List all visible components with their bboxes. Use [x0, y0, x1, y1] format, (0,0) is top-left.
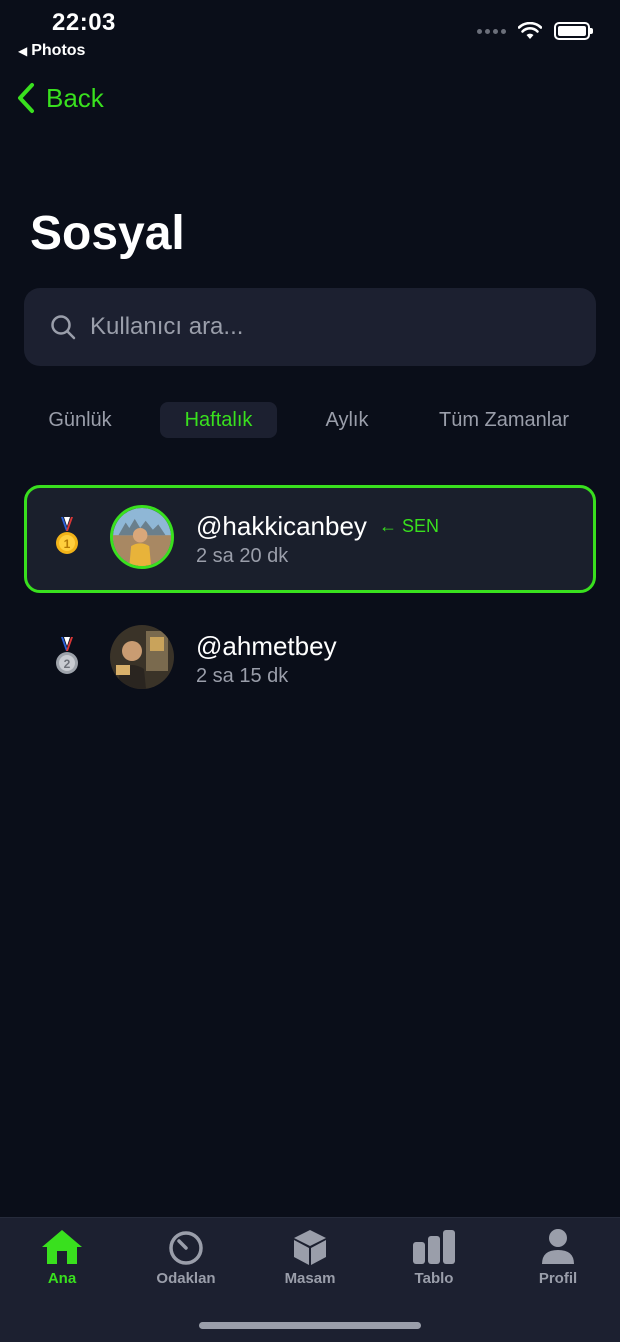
status-indicators — [477, 22, 593, 40]
tabbar-label: Masam — [284, 1270, 336, 1287]
tabbar-item-home[interactable]: Ana — [0, 1228, 124, 1287]
tabbar-item-focus[interactable]: Odaklan — [124, 1228, 248, 1287]
silver-medal-icon: 2 — [56, 637, 78, 674]
gold-medal-icon: 1 — [56, 517, 78, 554]
focus-time: 2 sa 20 dk — [196, 545, 289, 567]
username[interactable]: @ahmetbey — [196, 631, 337, 662]
tabbar-label: Ana — [47, 1270, 77, 1287]
status-back-app-label: Photos — [31, 42, 86, 59]
bar-chart-icon — [413, 1230, 455, 1264]
username[interactable]: @hakkicanbey ← SEN — [196, 511, 439, 542]
wifi-icon — [518, 22, 542, 39]
tabbar-label: Odaklan — [156, 1270, 216, 1287]
tabbar-item-profile[interactable]: Profil — [496, 1228, 620, 1287]
home-indicator — [199, 1322, 421, 1329]
search-bar[interactable] — [24, 288, 596, 366]
leaderboard-row-current-user[interactable]: 1 @hakkicanbey ← SEN 2 sa 20 dk — [24, 485, 596, 593]
tab-all-time[interactable]: Tüm Zamanlar — [424, 402, 584, 438]
timer-icon — [169, 1228, 203, 1265]
cellular-signal-icon — [477, 28, 506, 34]
search-icon — [51, 315, 76, 340]
page-title: Sosyal — [30, 207, 185, 260]
tab-weekly[interactable]: Haftalık — [160, 402, 277, 438]
back-triangle-icon: ◀ — [18, 44, 28, 58]
status-time: 22:03 — [52, 9, 116, 36]
avatar[interactable] — [110, 505, 174, 569]
avatar[interactable] — [110, 625, 174, 689]
back-label: Back — [46, 82, 104, 113]
current-user-tag: ← SEN — [378, 516, 439, 536]
svg-text:1: 1 — [64, 537, 71, 551]
svg-text:2: 2 — [64, 657, 71, 671]
tab-daily[interactable]: Günlük — [30, 402, 130, 438]
back-button[interactable]: Back — [16, 82, 104, 114]
leaderboard-row[interactable]: 2 @ahmetbey 2 sa 15 dk — [24, 605, 596, 713]
tabbar-label: Profil — [538, 1270, 578, 1287]
cube-icon — [294, 1230, 326, 1265]
period-tabs: Günlük Haftalık Aylık Tüm Zamanlar — [0, 402, 620, 438]
status-back-to-app[interactable]: ◀ Photos — [18, 42, 85, 60]
person-icon — [542, 1229, 574, 1264]
battery-icon — [554, 22, 593, 40]
home-icon — [42, 1230, 82, 1264]
tabbar-label: Tablo — [414, 1270, 454, 1287]
tabbar-item-table[interactable]: Tablo — [372, 1228, 496, 1287]
search-input[interactable] — [90, 313, 550, 341]
chevron-left-icon — [18, 83, 34, 113]
tabbar-item-desk[interactable]: Masam — [248, 1228, 372, 1287]
tab-monthly[interactable]: Aylık — [300, 402, 394, 438]
status-bar: 22:03 ◀ Photos — [0, 0, 620, 64]
focus-time: 2 sa 15 dk — [196, 665, 289, 687]
